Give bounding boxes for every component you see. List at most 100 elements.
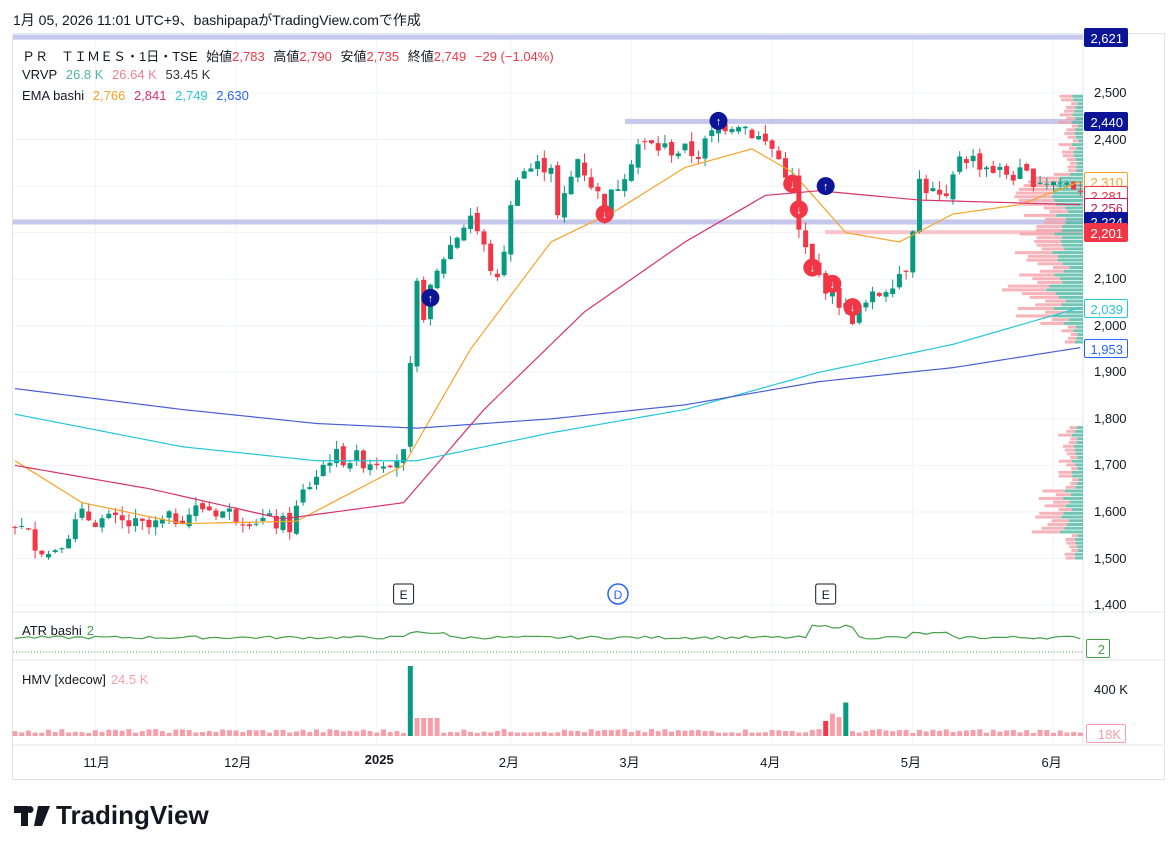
volume-profile-down (1053, 500, 1070, 504)
volume-bar (561, 729, 567, 736)
volume-profile-down (1018, 198, 1055, 202)
volume-profile-up (1061, 515, 1083, 519)
volume-bar (649, 729, 654, 736)
volume-profile-down (1041, 526, 1065, 530)
volume-bar (622, 729, 628, 736)
volume-profile-up (1056, 213, 1083, 217)
candle-body (1017, 167, 1023, 179)
volume-profile-down (1029, 295, 1060, 299)
volume-bar (226, 730, 232, 736)
volume-bar (220, 729, 226, 736)
volume-profile-down (1035, 515, 1062, 519)
volume-profile-down (1072, 478, 1079, 482)
vrvp-legend[interactable]: VRVP 26.8 K 26.64 K 53.45 K (22, 67, 215, 82)
volume-profile-down (1039, 511, 1064, 515)
candle-body (133, 518, 139, 527)
candle-body (113, 512, 118, 515)
candle-body (950, 174, 956, 200)
volume-bar (970, 729, 976, 736)
candle-body (742, 126, 748, 129)
candle-body (220, 511, 226, 518)
volume-profile-up (1063, 321, 1083, 325)
volume-bar (950, 732, 956, 736)
volume-profile-up (1059, 295, 1083, 299)
buy-arrow-icon: ↑ (428, 293, 434, 305)
volume-profile-up (1077, 437, 1083, 441)
candle-body (749, 129, 755, 139)
volume-bar (863, 731, 869, 736)
volume-bar (146, 729, 152, 736)
candle-body (488, 243, 494, 271)
volume-bar (963, 730, 969, 736)
volume-bar (602, 729, 608, 736)
candle-body (166, 511, 172, 518)
candle-body (615, 189, 621, 191)
volume-bar (769, 729, 775, 736)
time-tick: 2月 (498, 755, 520, 770)
ema-legend[interactable]: EMA bashi 2,766 2,841 2,749 2,630 (22, 88, 254, 103)
volume-bar (1037, 729, 1043, 736)
atr-legend[interactable]: ATR bashi 2 (22, 623, 99, 638)
candle-body (347, 463, 353, 469)
volume-bar (890, 731, 896, 736)
volume-profile-down (1069, 545, 1077, 549)
volume-profile-up (1076, 426, 1083, 430)
volume-bar (206, 730, 212, 736)
volume-profile-up (1076, 165, 1083, 169)
candle-body (649, 140, 654, 144)
volume-bar (997, 731, 1003, 736)
close-label: 終値 (407, 49, 434, 64)
sell-arrow-icon: ↓ (602, 209, 608, 221)
price-chart[interactable]: ↓ ↓ ↓ ↓ ↓ ↓ ↑ ↑ ↑ E D E (0, 0, 1176, 853)
volume-profile-up (1064, 489, 1083, 493)
candle-body (642, 141, 648, 143)
candle-body (213, 510, 219, 517)
volume-profile-down (1014, 251, 1053, 255)
ema-value-4: 2,630 (216, 88, 249, 103)
volume-bar (521, 732, 527, 736)
candle-body (689, 141, 695, 156)
volume-bar (776, 730, 782, 736)
volume-profile-down (1068, 441, 1077, 445)
volume-profile-up (1063, 269, 1083, 273)
volume-profile-down (1043, 221, 1066, 225)
volume-profile-down (1036, 236, 1063, 240)
volume-bar (501, 729, 507, 736)
volume-bar (133, 732, 139, 736)
candle-body (736, 127, 742, 132)
hmv-legend[interactable]: HMV [xdecow] 24.5 K (22, 672, 153, 687)
tradingview-logo[interactable]: TradingView (14, 800, 209, 831)
atr-value: 2 (86, 623, 94, 638)
volume-profile-down (1067, 325, 1077, 329)
open-label: 始値 (206, 49, 233, 64)
volume-profile-up (1062, 236, 1083, 240)
volume-bar (796, 732, 802, 736)
hmv-tick: 400 K (1094, 682, 1128, 697)
volume-bar (1004, 730, 1010, 736)
candle-body (695, 157, 701, 159)
volume-profile-up (1060, 277, 1083, 281)
candle-body (669, 142, 675, 156)
volume-bar (883, 730, 889, 736)
candle-body (541, 157, 547, 173)
support-resistance-line (625, 118, 1083, 124)
volume-profile-down (1062, 154, 1074, 158)
volume-bar (334, 729, 340, 736)
volume-profile-down (1070, 437, 1078, 441)
volume-bar (273, 729, 279, 736)
candle-body (12, 526, 18, 528)
volume-bar (508, 731, 514, 736)
candle-body (454, 237, 460, 248)
volume-profile-down (1061, 98, 1074, 102)
volume-profile-down (1031, 176, 1060, 180)
support-resistance-line (13, 34, 1083, 40)
volume-bar (923, 731, 929, 736)
volume-profile-down (1047, 522, 1067, 526)
volume-profile-down (1036, 228, 1062, 232)
volume-profile-down (1058, 508, 1072, 512)
volume-bar (434, 718, 440, 736)
volume-bar (320, 732, 326, 736)
price-tick: 1,400 (1094, 597, 1127, 613)
close-value: 2,749 (433, 49, 467, 64)
candle-body (394, 460, 400, 468)
